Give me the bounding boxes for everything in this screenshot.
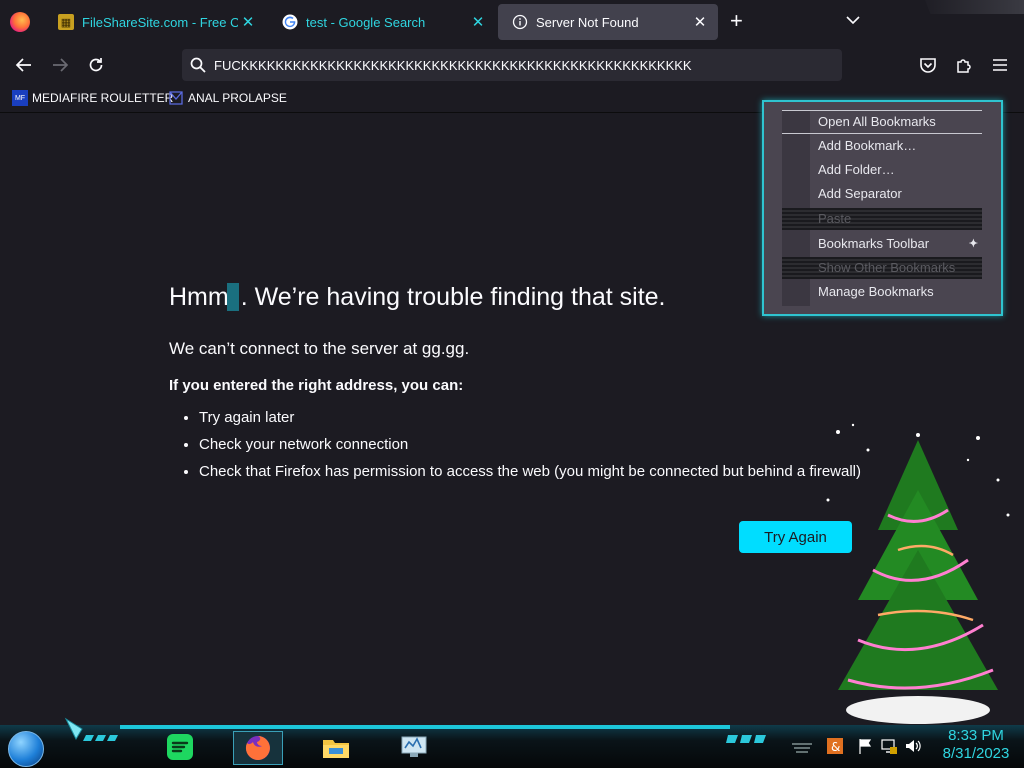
reload-icon xyxy=(89,58,103,72)
google-icon xyxy=(282,14,298,30)
taskbar-task-manager[interactable] xyxy=(390,731,438,763)
volume-icon[interactable] xyxy=(904,737,922,755)
reload-button[interactable] xyxy=(82,52,110,78)
tab-google-search[interactable]: test - Google Search ✕ xyxy=(268,4,496,40)
suggestions-heading: If you entered the right address, you ca… xyxy=(169,377,464,394)
back-arrow-icon xyxy=(15,58,31,72)
menu-item-open-all-bookmarks[interactable]: Open All Bookmarks xyxy=(782,110,982,134)
close-icon[interactable]: ✕ xyxy=(238,13,258,31)
bookmark-anal-prolapse[interactable]: ANAL PROLAPSE xyxy=(168,90,287,106)
mediafire-icon: MF xyxy=(12,90,28,106)
submenu-arrow-icon: ✦ xyxy=(968,238,978,250)
taskbar-spotify[interactable] xyxy=(156,731,204,763)
tab-fileshare[interactable]: ▦ FileShareSite.com - Free Online ✕ xyxy=(44,4,266,40)
clock-date: 8/31/2023 xyxy=(942,745,1010,762)
extensions-button[interactable] xyxy=(950,52,978,78)
error-title-start: Hmm xyxy=(169,283,229,311)
close-icon[interactable]: ✕ xyxy=(690,13,710,31)
tab-server-not-found[interactable]: Server Not Found ✕ xyxy=(498,4,718,40)
taskbar-clock[interactable]: 8:33 PM 8/31/2023 xyxy=(936,727,1016,763)
tab-list-chevron-icon[interactable] xyxy=(846,12,860,28)
list-item: Check that Firefox has permission to acc… xyxy=(199,463,861,480)
svg-text:&: & xyxy=(831,740,840,754)
suggestions-list: Try again later Check your network conne… xyxy=(169,409,861,490)
fileshare-icon: ▦ xyxy=(58,14,74,30)
taskbar-file-explorer[interactable] xyxy=(312,731,360,763)
forward-arrow-icon xyxy=(53,58,69,72)
network-icon[interactable] xyxy=(880,737,898,755)
error-title-end: . We’re having trouble finding that site… xyxy=(240,283,666,311)
hamburger-menu-icon xyxy=(993,59,1007,71)
clock-time: 8:33 PM xyxy=(948,727,1004,744)
task-manager-icon xyxy=(401,736,427,757)
file-explorer-icon xyxy=(323,740,349,758)
error-subtitle: We can’t connect to the server at gg.gg. xyxy=(169,339,470,358)
new-tab-button[interactable]: + xyxy=(730,10,743,32)
bookmarks-context-menu: Open All Bookmarks Add Bookmark… Add Fol… xyxy=(762,100,1003,316)
back-button[interactable] xyxy=(10,52,38,78)
address-bar[interactable] xyxy=(182,49,842,81)
menu-item-show-other-bookmarks: Show Other Bookmarks xyxy=(782,257,982,279)
taskbar-glow-strip xyxy=(120,725,730,729)
menu-item-manage-bookmarks[interactable]: Manage Bookmarks xyxy=(782,281,982,303)
pocket-button[interactable] xyxy=(914,52,942,78)
taskbar-firefox[interactable] xyxy=(233,731,283,765)
firefox-icon[interactable] xyxy=(10,12,30,32)
show-hidden-icons-icon[interactable] xyxy=(790,741,814,755)
menu-item-label: Add Folder… xyxy=(818,162,895,177)
menu-item-add-separator[interactable]: Add Separator xyxy=(782,183,982,205)
tab-title: Server Not Found xyxy=(536,14,639,30)
decorative-chevrons-icon xyxy=(726,735,766,743)
navigation-toolbar xyxy=(0,44,1024,86)
bookmark-favicon-icon xyxy=(168,90,184,106)
menu-item-label: Show Other Bookmarks xyxy=(818,260,956,275)
close-icon[interactable]: ✕ xyxy=(468,13,488,31)
bookmark-label: ANAL PROLAPSE xyxy=(188,91,287,105)
menu-item-add-bookmark[interactable]: Add Bookmark… xyxy=(782,135,982,157)
menu-item-label: Manage Bookmarks xyxy=(818,284,934,299)
tray-app-icon[interactable]: & xyxy=(826,737,844,755)
tab-title: test - Google Search xyxy=(306,14,426,30)
info-icon xyxy=(512,14,528,30)
tab-title: FileShareSite.com - Free Online xyxy=(82,14,238,30)
menu-item-label: Open All Bookmarks xyxy=(818,114,936,129)
christmas-tree-image xyxy=(826,423,1010,724)
spotify-icon xyxy=(167,734,193,760)
list-item: Try again later xyxy=(199,409,861,426)
flag-icon[interactable] xyxy=(856,737,874,755)
tab-strip: ▦ FileShareSite.com - Free Online ✕ test… xyxy=(0,0,1024,44)
forward-button[interactable] xyxy=(46,52,74,78)
list-item: Check your network connection xyxy=(199,436,861,453)
app-menu-button[interactable] xyxy=(986,52,1014,78)
menu-item-paste: Paste xyxy=(782,208,982,230)
window-frame-decoration xyxy=(925,0,1024,14)
bookmark-label: MEDIAFIRE ROULETTER xyxy=(32,91,174,105)
menu-item-label: Bookmarks Toolbar xyxy=(818,236,930,251)
firefox-icon xyxy=(245,736,270,760)
menu-item-add-folder[interactable]: Add Folder… xyxy=(782,159,982,181)
pocket-icon xyxy=(920,58,936,73)
bookmark-mediafire-rouletter[interactable]: MF MEDIAFIRE ROULETTER xyxy=(12,90,173,106)
menu-item-label: Add Separator xyxy=(818,186,902,201)
url-input[interactable] xyxy=(214,49,834,81)
start-button[interactable] xyxy=(8,731,44,767)
menu-item-label: Add Bookmark… xyxy=(818,138,917,153)
search-icon xyxy=(190,57,206,73)
menu-item-bookmarks-toolbar[interactable]: Bookmarks Toolbar ✦ xyxy=(782,233,982,255)
puzzle-piece-icon xyxy=(957,59,971,73)
text-selection-caret xyxy=(226,283,239,311)
decorative-arrow-icon xyxy=(64,717,118,741)
error-title: Hmm . We’re having trouble finding that s… xyxy=(169,283,666,312)
taskbar: & xyxy=(0,717,1024,768)
menu-item-label: Paste xyxy=(818,211,852,226)
